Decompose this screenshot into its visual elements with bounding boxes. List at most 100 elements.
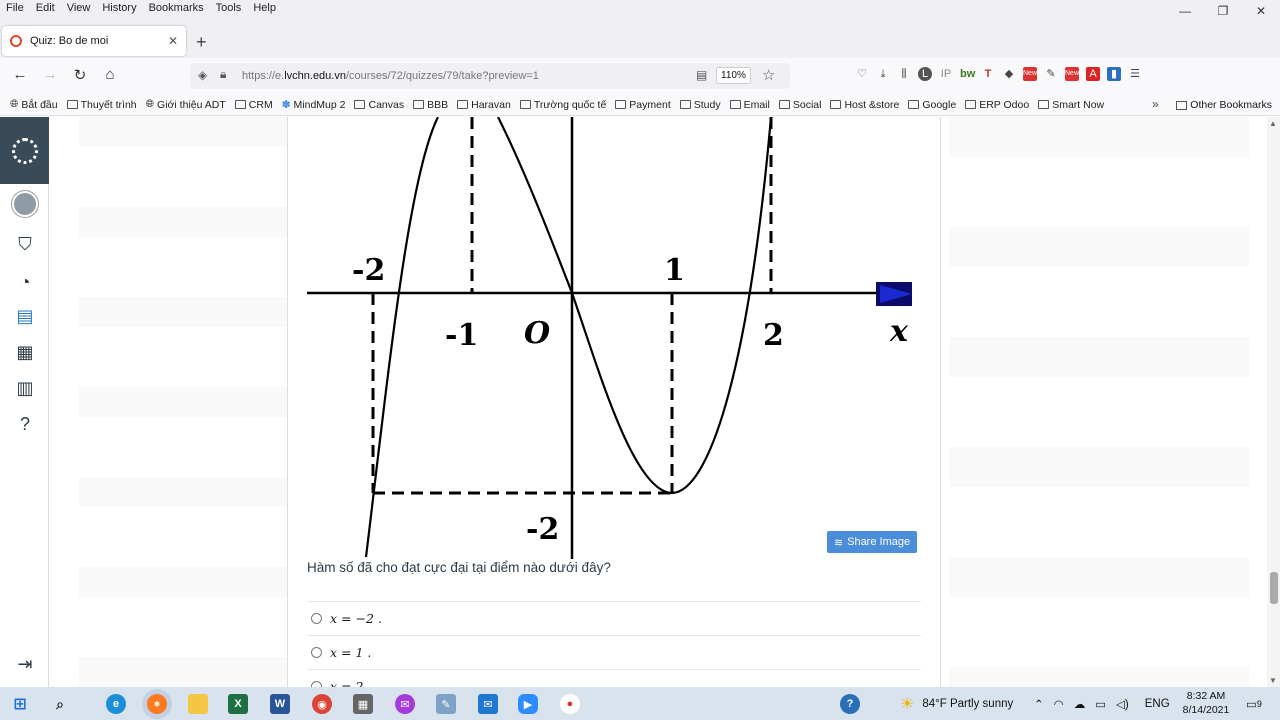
word-icon[interactable]: W	[270, 694, 290, 714]
bookmark-payment[interactable]: Payment	[615, 99, 671, 111]
extension-l-icon[interactable]: L	[918, 67, 932, 81]
bookmark-erp-odoo[interactable]: ERP Odoo	[965, 99, 1029, 111]
inbox-icon[interactable]: ▥	[12, 375, 38, 401]
menu-edit[interactable]: Edit	[30, 2, 61, 14]
folder-icon	[965, 100, 977, 109]
reader-view-icon[interactable]: ▤	[696, 68, 707, 82]
menu-history[interactable]: History	[96, 2, 142, 14]
home-button[interactable]: ⌂	[100, 66, 120, 83]
library-icon[interactable]: ⫼	[897, 67, 911, 81]
radio-button[interactable]	[311, 647, 322, 658]
zoom-level[interactable]: 110%	[716, 67, 751, 84]
back-button[interactable]: ←	[10, 66, 30, 83]
bookmark-email[interactable]: Email	[729, 99, 770, 111]
shield-icon[interactable]: ◈	[198, 68, 207, 82]
new-tab-button[interactable]: +	[196, 32, 207, 53]
menu-tools[interactable]: Tools	[210, 2, 248, 14]
wifi-icon[interactable]: ◠	[1054, 697, 1064, 711]
mail-icon[interactable]: ✉	[478, 694, 498, 714]
extension-ip-icon[interactable]: IP	[939, 67, 953, 81]
bookmark-social[interactable]: Social	[778, 99, 821, 111]
extension-new-1-icon[interactable]: New	[1023, 67, 1037, 81]
lock-icon[interactable]: 🔒︎	[220, 67, 226, 82]
canvas-logo[interactable]	[0, 117, 49, 184]
extension-bw-icon[interactable]: bw	[960, 67, 975, 81]
language-indicator[interactable]: ENG	[1145, 698, 1170, 710]
radio-button[interactable]	[311, 613, 322, 624]
clock[interactable]: 8:32 AM 8/14/2021	[1181, 689, 1231, 717]
pocket-icon[interactable]: ♡	[855, 67, 869, 81]
answer-option[interactable]: x = 2	[307, 669, 921, 687]
edge-icon[interactable]: e	[106, 694, 126, 714]
excel-icon[interactable]: X	[228, 694, 248, 714]
notification-center[interactable]: ▭ 9	[1246, 687, 1262, 720]
weather-widget[interactable]: ☀ 84°F Partly sunny	[900, 687, 1013, 720]
bookmark-haravan[interactable]: Haravan	[457, 99, 511, 111]
scroll-thumb[interactable]	[1270, 572, 1278, 604]
bookmarks-overflow-icon[interactable]: »	[1152, 97, 1159, 111]
bookmark-canvas[interactable]: Canvas	[354, 99, 404, 111]
menu-file[interactable]: File	[0, 2, 30, 14]
tab-quiz[interactable]: Quiz: Bo de moi ✕	[2, 26, 186, 56]
menu-hamburger-icon[interactable]: ☰	[1128, 67, 1142, 81]
menu-view[interactable]: View	[61, 2, 97, 14]
bookmark-google[interactable]: Google	[908, 99, 956, 111]
bookmark-bat-dau[interactable]: 🌐︎ Bắt đầu	[10, 98, 58, 111]
extension-layers-icon[interactable]: ◆	[1002, 67, 1016, 81]
app-grid-icon[interactable]: ▦	[353, 694, 373, 714]
extension-t-icon[interactable]: T	[981, 67, 995, 81]
file-explorer-icon[interactable]	[188, 694, 208, 714]
label-neg2-x: -2	[352, 253, 385, 288]
help-icon[interactable]: ?	[12, 411, 38, 437]
reload-button[interactable]: ↻	[70, 66, 90, 84]
admin-icon[interactable]: ⛉	[12, 231, 38, 257]
messenger-icon[interactable]: ✉	[395, 694, 415, 714]
bookmark-star-icon[interactable]: ☆	[762, 66, 775, 84]
firefox-icon[interactable]: ●	[147, 694, 167, 714]
answer-option[interactable]: x = 1 .	[307, 635, 921, 669]
forward-button[interactable]: →	[40, 66, 60, 83]
extension-picker-icon[interactable]: ✎	[1044, 67, 1058, 81]
bookmark-crm[interactable]: CRM	[234, 99, 273, 111]
extension-pdf-icon[interactable]: A	[1086, 67, 1100, 81]
bookmark-host-store[interactable]: Host &store	[830, 99, 899, 111]
collapse-nav-icon[interactable]: ⇥	[12, 651, 38, 677]
bookmark-bbb[interactable]: BBB	[413, 99, 448, 111]
page-scrollbar[interactable]: ▲ ▼	[1267, 117, 1280, 687]
calendar-icon[interactable]: ▦	[12, 339, 38, 365]
help-tray-icon[interactable]: ?	[840, 694, 860, 714]
notes-icon[interactable]: ✎	[436, 694, 456, 714]
share-image-button[interactable]: ≋ Share Image	[827, 531, 917, 553]
bookmark-gioi-thieu-adt[interactable]: 🌐︎ Giới thiệu ADT	[146, 98, 226, 111]
onedrive-icon[interactable]: ☁	[1074, 697, 1086, 711]
bookmark-thuyet-trinh[interactable]: Thuyết trình	[66, 99, 137, 111]
volume-icon[interactable]: ◁)	[1116, 697, 1129, 711]
bookmark-smart-now[interactable]: Smart Now	[1038, 99, 1104, 111]
scroll-up-icon[interactable]: ▲	[1269, 119, 1277, 128]
scroll-down-icon[interactable]: ▼	[1269, 676, 1277, 685]
menu-bookmarks[interactable]: Bookmarks	[143, 2, 210, 14]
zoom-app-icon[interactable]: ▶	[518, 694, 538, 714]
tray-chevron-icon[interactable]: ⌃	[1034, 697, 1044, 711]
battery-icon[interactable]: ▭	[1095, 697, 1106, 711]
chrome-icon[interactable]: ◉	[312, 694, 332, 714]
menu-help[interactable]: Help	[247, 2, 282, 14]
folder-icon	[1176, 100, 1188, 110]
answer-option[interactable]: x = −2 .	[307, 601, 921, 635]
bookmark-truong-quoc-te[interactable]: Trường quốc tế	[519, 99, 606, 111]
bookmark-study[interactable]: Study	[679, 99, 721, 111]
dashboard-icon[interactable]: ◔	[12, 269, 38, 295]
url-text[interactable]: https://e.lvchn.edu.vn/courses/72/quizze…	[242, 70, 539, 82]
search-icon[interactable]: ⌕	[50, 694, 70, 714]
account-nav[interactable]	[12, 191, 38, 217]
extension-book-icon[interactable]: ▮	[1107, 67, 1121, 81]
download-icon[interactable]: ⤓	[876, 67, 890, 81]
canvas-app-icon[interactable]: ●	[560, 694, 580, 714]
windows-start-icon[interactable]: ⊞	[10, 694, 30, 714]
url-bar[interactable]: ◈ 🔒︎ https://e.lvchn.edu.vn/courses/72/q…	[190, 63, 790, 89]
other-bookmarks[interactable]: Other Bookmarks	[1176, 99, 1272, 111]
extension-new-2-icon[interactable]: New	[1065, 67, 1079, 81]
tab-close-icon[interactable]: ✕	[168, 34, 178, 48]
courses-icon[interactable]: ▤	[12, 303, 38, 329]
bookmark-mindmup[interactable]: ✽ MindMup 2	[282, 99, 346, 111]
